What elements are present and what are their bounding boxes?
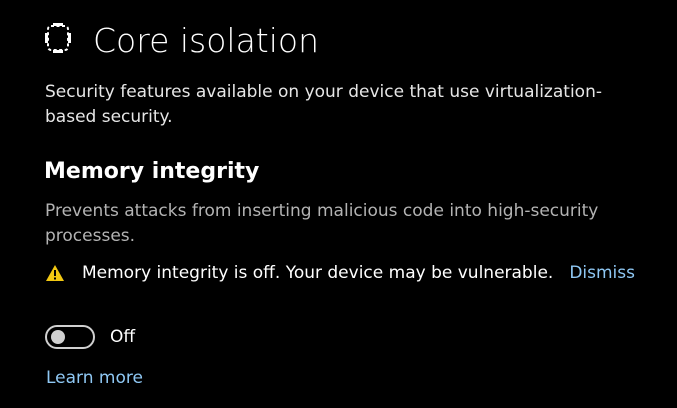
page-description: Security features available on your devi…: [45, 82, 602, 127]
memory-integrity-heading: Memory integrity: [44, 159, 260, 184]
page-title: Core isolation: [93, 21, 320, 60]
warning-icon: [45, 264, 65, 282]
learn-more-link[interactable]: Learn more: [46, 365, 143, 391]
dismiss-link[interactable]: Dismiss: [569, 260, 635, 286]
memory-integrity-description: Prevents attacks from inserting maliciou…: [45, 201, 599, 246]
memory-integrity-toggle[interactable]: [45, 325, 95, 349]
core-isolation-icon: [44, 22, 72, 54]
memory-integrity-toggle-row: Off: [45, 324, 135, 350]
toggle-knob: [51, 330, 65, 344]
memory-integrity-warning: Memory integrity is off. Your device may…: [45, 260, 635, 286]
toggle-state-label: Off: [110, 327, 136, 347]
warning-text: Memory integrity is off. Your device may…: [82, 263, 554, 283]
